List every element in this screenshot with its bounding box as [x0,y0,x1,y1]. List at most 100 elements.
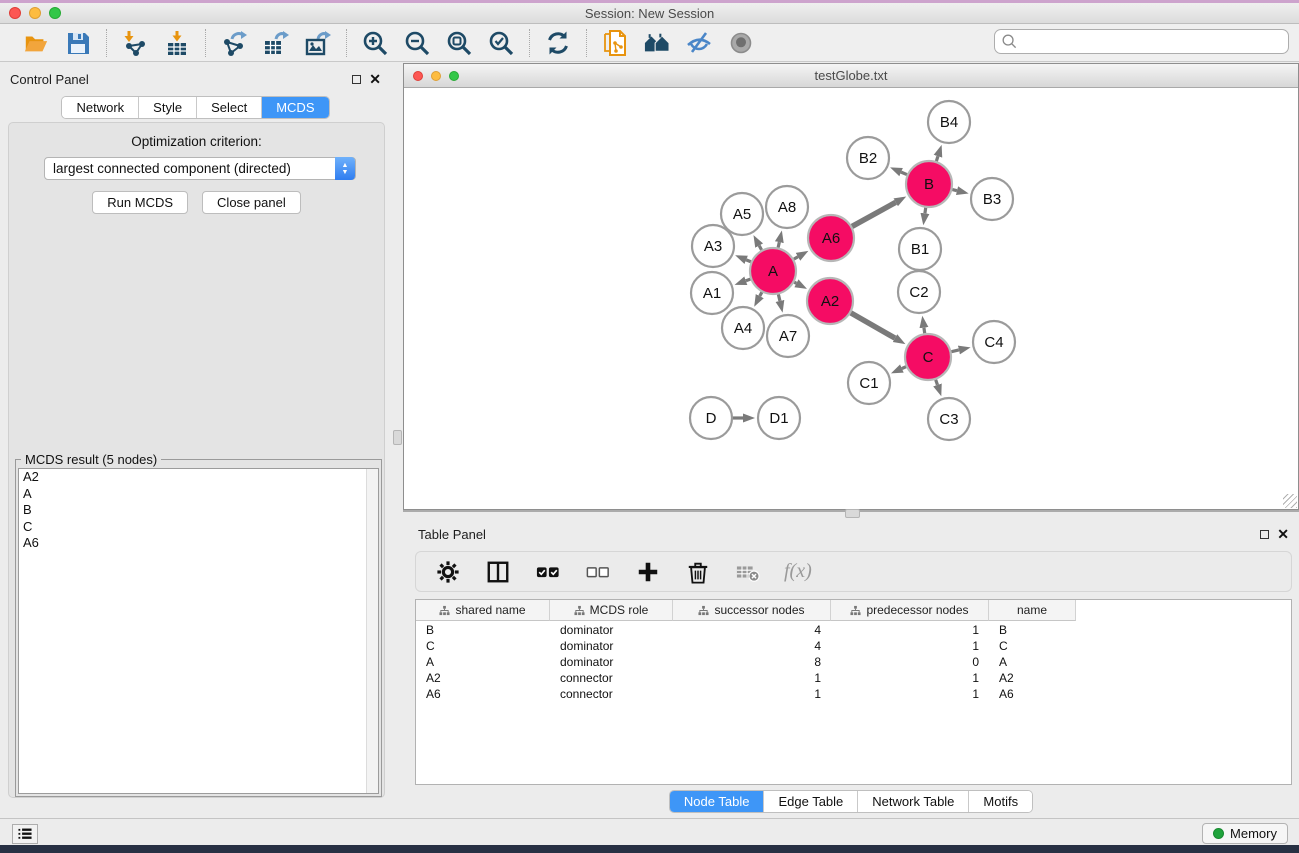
import-table-icon[interactable] [163,29,191,57]
tab-node-table[interactable]: Node Table [670,791,765,812]
table-settings-icon[interactable] [434,558,462,586]
edge-B-B2[interactable] [901,172,907,174]
edge-A-A4[interactable] [760,292,762,296]
resize-grip[interactable] [1283,494,1297,508]
vertical-splitter-handle[interactable] [393,430,402,445]
table-row[interactable]: Adominator80A [416,654,1076,670]
import-network-icon[interactable] [121,29,149,57]
column-header-MCDS-role[interactable]: MCDS role [550,600,673,621]
hide-selected-icon[interactable] [685,29,713,57]
node-A2[interactable]: A2 [807,278,853,324]
node-A[interactable]: A [750,248,796,294]
node-A7[interactable]: A7 [767,315,809,357]
clone-network-icon[interactable] [601,29,629,57]
edge-A-A5[interactable] [759,246,761,250]
refresh-layout-icon[interactable] [544,29,572,57]
edge-C-C2[interactable] [924,328,925,334]
result-list-item[interactable]: A [19,486,378,503]
node-A4[interactable]: A4 [722,307,764,349]
column-header-name[interactable]: name [989,600,1076,621]
tab-network[interactable]: Network [62,97,139,118]
edge-B-B4[interactable] [936,156,938,161]
edge-A6-B[interactable] [852,202,896,226]
edge-A2-C[interactable] [851,313,895,338]
save-session-icon[interactable] [64,29,92,57]
node-D1[interactable]: D1 [758,397,800,439]
table-row[interactable]: A2connector11A2 [416,670,1076,686]
edge-B-B1[interactable] [925,208,926,214]
node-C4[interactable]: C4 [973,321,1015,363]
edge-A-A8[interactable] [778,242,779,247]
node-A5[interactable]: A5 [721,193,763,235]
select-all-icon[interactable] [534,558,562,586]
delete-table-icon[interactable] [734,558,762,586]
criterion-select[interactable]: largest connected component (directed) ▲… [44,157,356,180]
edge-C-C4[interactable] [951,350,958,352]
edge-A-A7[interactable] [778,294,780,301]
node-B2[interactable]: B2 [847,137,889,179]
close-panel-button[interactable]: Close panel [202,191,301,214]
memory-button[interactable]: Memory [1202,823,1288,844]
close-panel-icon[interactable]: ✕ [369,74,381,84]
edge-C-C1[interactable] [902,367,906,369]
close-table-panel-icon[interactable]: ✕ [1277,529,1289,539]
delete-column-icon[interactable] [684,558,712,586]
home-icon[interactable] [643,29,671,57]
column-header-predecessor-nodes[interactable]: predecessor nodes [831,600,989,621]
result-list-item[interactable]: A2 [19,469,378,486]
mcds-result-list[interactable]: A2ABCA6 [18,468,379,794]
edge-C-C3[interactable] [936,380,938,385]
tab-mcds[interactable]: MCDS [262,97,328,118]
open-file-icon[interactable] [22,29,50,57]
table-row[interactable]: A6connector11A6 [416,686,1076,702]
search-input[interactable] [1018,32,1288,52]
result-list-scrollbar[interactable] [366,469,378,793]
export-image-icon[interactable] [304,29,332,57]
edge-A-A3[interactable] [746,260,751,262]
node-table[interactable]: shared nameMCDS rolesuccessor nodesprede… [415,599,1292,785]
tab-network-table[interactable]: Network Table [858,791,969,812]
node-D[interactable]: D [690,397,732,439]
node-A1[interactable]: A1 [691,272,733,314]
edge-A-A2[interactable] [794,282,796,283]
column-header-shared-name[interactable]: shared name [416,600,550,621]
tab-style[interactable]: Style [139,97,197,118]
network-canvas[interactable]: B4B2BB3A5A8A6B1A3AA1C2A2A4A7CC4C1C3DD1 [404,89,1298,509]
result-list-item[interactable]: A6 [19,535,378,552]
network-window-titlebar[interactable]: testGlobe.txt [404,64,1298,88]
task-history-button[interactable] [12,824,38,844]
node-B1[interactable]: B1 [899,228,941,270]
table-row[interactable]: Cdominator41C [416,638,1076,654]
node-A3[interactable]: A3 [692,225,734,267]
table-row[interactable]: Bdominator41B [416,622,1076,638]
node-B3[interactable]: B3 [971,178,1013,220]
zoom-out-icon[interactable] [403,29,431,57]
deselect-all-icon[interactable] [584,558,612,586]
edge-A-A6[interactable] [794,257,798,259]
node-C1[interactable]: C1 [848,362,890,404]
float-panel-icon[interactable] [352,75,361,84]
edge-B-B3[interactable] [952,190,957,191]
node-C3[interactable]: C3 [928,398,970,440]
node-B[interactable]: B [906,161,952,207]
export-table-icon[interactable] [262,29,290,57]
node-C[interactable]: C [905,334,951,380]
search-field[interactable] [994,29,1289,54]
node-B4[interactable]: B4 [928,101,970,143]
zoom-selected-icon[interactable] [487,29,515,57]
edge-A-A1[interactable] [746,279,751,281]
column-header-successor-nodes[interactable]: successor nodes [673,600,831,621]
split-view-icon[interactable] [484,558,512,586]
node-C2[interactable]: C2 [898,271,940,313]
node-A8[interactable]: A8 [766,186,808,228]
tab-select[interactable]: Select [197,97,262,118]
export-network-icon[interactable] [220,29,248,57]
tab-motifs[interactable]: Motifs [969,791,1032,812]
float-table-panel-icon[interactable] [1260,530,1269,539]
add-column-icon[interactable] [634,558,662,586]
result-list-item[interactable]: C [19,519,378,536]
tab-edge-table[interactable]: Edge Table [764,791,858,812]
horizontal-splitter-handle[interactable] [845,509,860,518]
zoom-in-icon[interactable] [361,29,389,57]
result-list-item[interactable]: B [19,502,378,519]
